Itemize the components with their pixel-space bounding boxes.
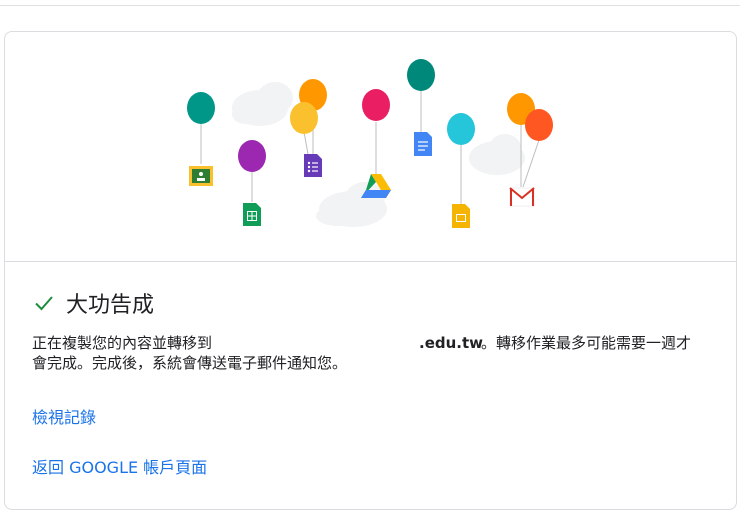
message-line-2: 會完成。完成後，系統會傳送電子郵件通知您。 xyxy=(32,354,348,372)
gmail-icon xyxy=(509,187,535,207)
balloon-green xyxy=(407,59,435,91)
balloon-red-orange xyxy=(525,109,553,141)
balloon-pink xyxy=(362,89,390,121)
message-line-1: 正在複製您的內容並轉移到 .edu.tw 。轉移作業最多可能需要一週才 xyxy=(32,333,716,353)
balloon-yellow xyxy=(290,102,318,134)
slides-icon xyxy=(452,204,470,228)
balloon-teal xyxy=(187,92,215,124)
view-history-link[interactable]: 檢視記錄 xyxy=(32,404,96,428)
balloon-cyan xyxy=(447,113,475,145)
forms-icon xyxy=(304,154,322,177)
cloud xyxy=(469,134,525,175)
checkmark-icon xyxy=(35,296,53,311)
back-to-account-link[interactable]: 返回 GOOGLE 帳戶頁面 xyxy=(32,454,207,478)
transfer-complete-card: 大功告成 正在複製您的內容並轉移到 .edu.tw 。轉移作業最多可能需要一週才… xyxy=(4,31,737,510)
docs-icon xyxy=(414,132,432,156)
transfer-message: 正在複製您的內容並轉移到 .edu.tw 。轉移作業最多可能需要一週才 會完成。… xyxy=(32,333,716,373)
classroom-icon xyxy=(189,166,213,186)
cloud xyxy=(232,82,293,126)
balloon-purple xyxy=(238,140,266,172)
sheets-icon xyxy=(243,203,261,226)
success-title: 大功告成 xyxy=(66,293,155,318)
message-prefix: 正在複製您的內容並轉移到 xyxy=(32,334,213,352)
success-header: 大功告成 xyxy=(32,287,154,319)
balloons-illustration-svg xyxy=(187,59,553,228)
balloons-illustration xyxy=(5,32,736,262)
message-suffix: 。轉移作業最多可能需要一週才 xyxy=(481,334,692,352)
target-domain: .edu.tw xyxy=(419,334,484,352)
cloud xyxy=(316,182,387,227)
top-divider xyxy=(0,0,740,6)
